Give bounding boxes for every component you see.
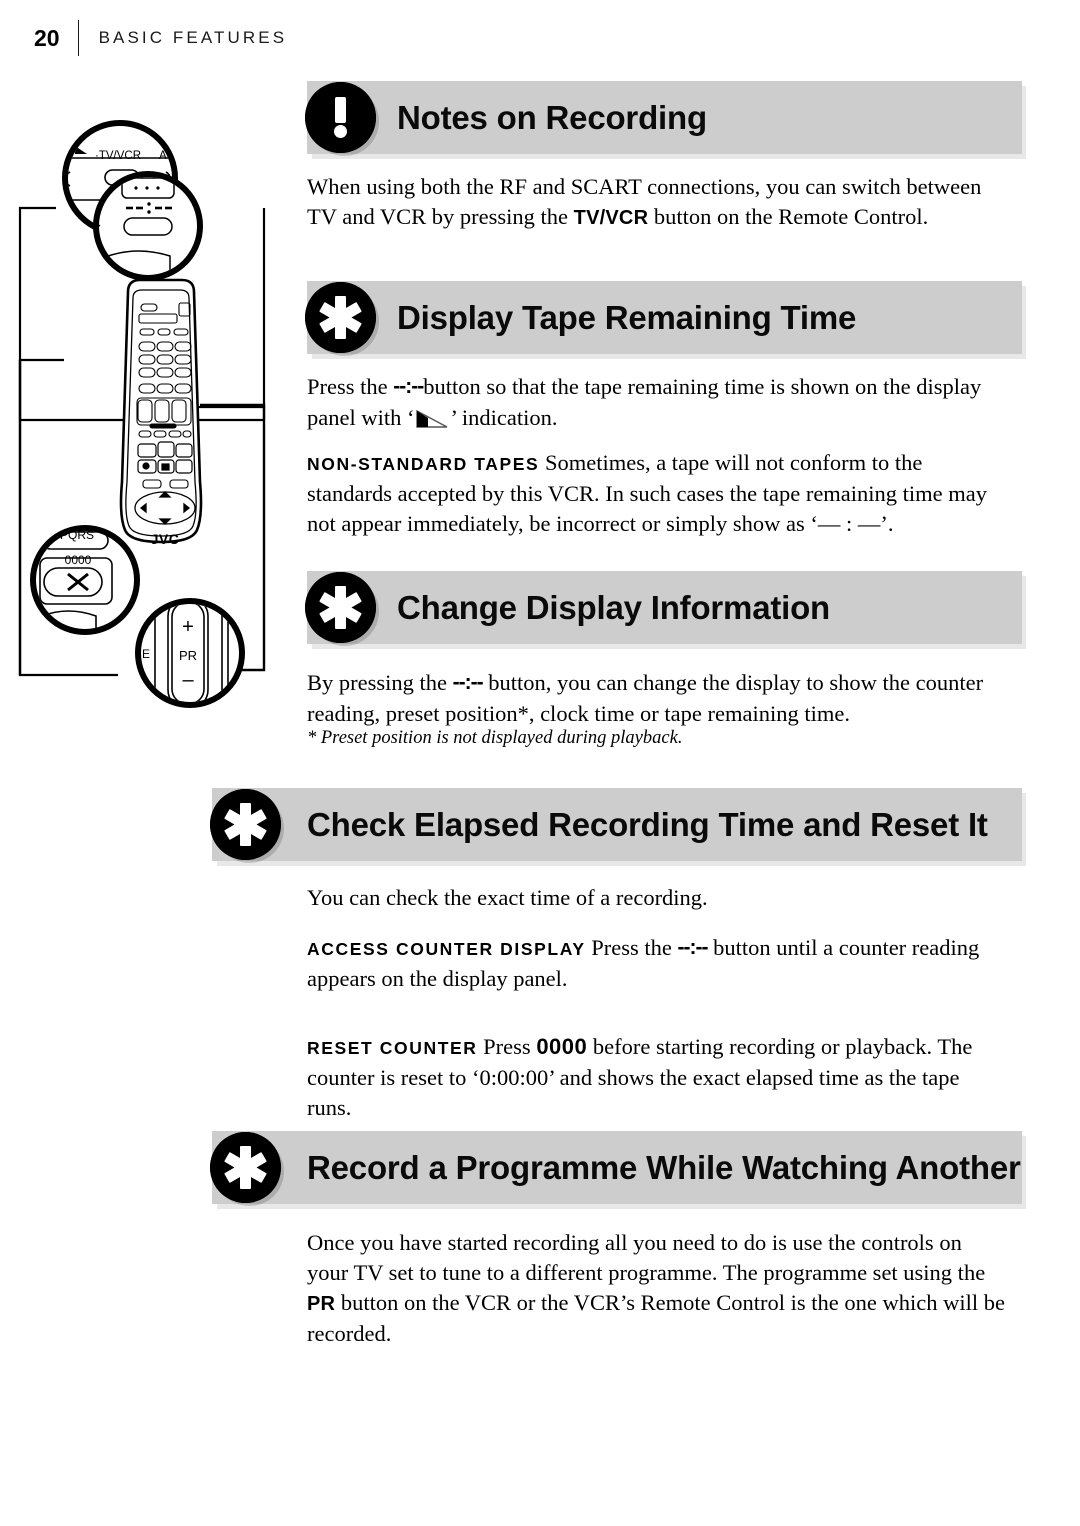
- tape-remaining-icon: [415, 407, 449, 437]
- paragraph-tape-remaining-body: Press the --:--button so that the tape r…: [307, 372, 1007, 437]
- label-reset-counter: RESET COUNTER: [307, 1038, 478, 1058]
- paragraph-change-display-body: By pressing the --:-- button, you can ch…: [307, 668, 1007, 729]
- paragraph-reset-counter: RESET COUNTER Press 0000 before starting…: [307, 1032, 1007, 1123]
- section-title-check-elapsed-recording-time: Check Elapsed Recording Time and Reset I…: [307, 806, 988, 843]
- section-bar-check-elapsed-recording-time: Check Elapsed Recording Time and Reset I…: [212, 788, 1022, 861]
- paragraph-record-while-watching-body: Once you have started recording all you …: [307, 1228, 1007, 1349]
- label-non-standard-tapes: NON-STANDARD TAPES: [307, 454, 540, 474]
- run-text: By pressing the: [307, 670, 453, 695]
- paragraph-access-counter-display: ACCESS COUNTER DISPLAY Press the --:-- b…: [307, 933, 1007, 994]
- dashes-glyph: –– : ––: [817, 511, 881, 536]
- paragraph-elapsed-intro: You can check the exact time of a record…: [307, 885, 708, 910]
- paragraph-change-display-footnote: * Preset position is not displayed durin…: [307, 728, 683, 748]
- asterisk-icon: [210, 789, 281, 860]
- section-title-record-while-watching: Record a Programme While Watching Anothe…: [307, 1149, 1021, 1186]
- section-title-notes-on-recording: Notes on Recording: [397, 99, 707, 136]
- run-pr: PR: [307, 1293, 336, 1315]
- page-content: Notes on Recording When using both the R…: [0, 0, 1080, 1526]
- run-tv-vcr: TV/VCR: [573, 207, 649, 229]
- run-text: Press: [477, 1034, 537, 1059]
- paragraph-non-standard-tapes: NON-STANDARD TAPES Sometimes, a tape wil…: [307, 448, 1007, 539]
- run-text: Press the: [585, 935, 678, 960]
- section-title-display-tape-remaining-time: Display Tape Remaining Time: [397, 299, 857, 336]
- label-access-counter-display: ACCESS COUNTER DISPLAY: [307, 939, 586, 959]
- display-button-glyph: --:--: [677, 936, 709, 959]
- run-text: button on the Remote Control.: [648, 204, 929, 229]
- asterisk-icon: [210, 1132, 281, 1203]
- run-text: Press the: [307, 374, 394, 399]
- display-button-glyph: --:--: [393, 375, 424, 398]
- section-title-change-display-information: Change Display Information: [397, 589, 831, 626]
- paragraph-notes-body: When using both the RF and SCART connect…: [307, 172, 1007, 233]
- exclamation-icon: [305, 82, 376, 153]
- reset-counter-glyph: 0000: [536, 1034, 588, 1059]
- run-text: ’ indication.: [450, 405, 558, 430]
- run-text: button on the VCR or the VCR’s Remote Co…: [307, 1290, 1005, 1346]
- section-bar-change-display-information: Change Display Information: [307, 571, 1022, 644]
- section-bar-display-tape-remaining-time: Display Tape Remaining Time: [307, 281, 1022, 354]
- run-text: Once you have started recording all you …: [307, 1230, 986, 1285]
- display-button-glyph: --:--: [452, 671, 484, 694]
- section-bar-record-while-watching: Record a Programme While Watching Anothe…: [212, 1131, 1022, 1204]
- section-bar-notes-on-recording: Notes on Recording: [307, 81, 1022, 154]
- run-text: ’.: [880, 511, 894, 536]
- asterisk-icon: [305, 572, 376, 643]
- asterisk-icon: [305, 282, 376, 353]
